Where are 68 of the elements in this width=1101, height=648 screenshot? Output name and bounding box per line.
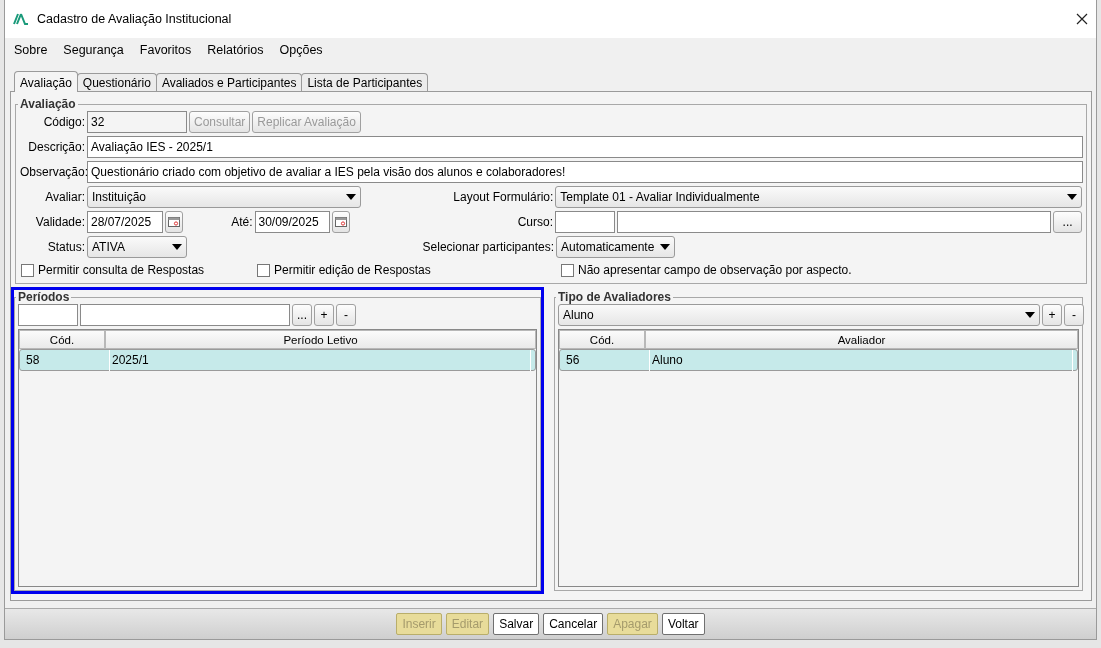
evaluate-dropdown[interactable]: Instituição <box>87 186 362 208</box>
menu-item[interactable]: Sobre <box>14 43 48 57</box>
calendar-icon <box>167 217 180 227</box>
field-label: Selecionar participantes: <box>421 240 554 254</box>
field-label: Até: <box>230 215 253 229</box>
status-dropdown[interactable]: ATIVA <box>87 236 187 258</box>
tab[interactable]: Questionário <box>76 73 157 91</box>
browse-button[interactable]: ... <box>1053 211 1082 233</box>
column-header[interactable]: Período Letivo <box>105 330 536 349</box>
checkbox[interactable] <box>561 263 574 277</box>
checkbox[interactable] <box>257 263 270 277</box>
checkbox-label: Não apresentar campo de observação por aspecto. <box>578 263 852 277</box>
code-field[interactable]: 32 <box>87 111 187 133</box>
period-code-field[interactable] <box>18 304 78 326</box>
field-label: Validade: <box>34 215 85 229</box>
table-cell: 2025/1 <box>110 349 531 371</box>
field-label: Observação: <box>20 165 85 179</box>
column-header[interactable]: Cód. <box>19 330 105 349</box>
date-field[interactable]: 30/09/2025 <box>254 211 331 233</box>
action-button[interactable]: Voltar <box>661 613 705 635</box>
field-label: Avaliar: <box>44 190 85 204</box>
calendar-icon <box>335 217 348 227</box>
remove-button[interactable]: - <box>1064 304 1084 326</box>
field-label: Layout Formulário: <box>452 190 554 204</box>
evaluator-dropdown[interactable]: Aluno <box>558 304 1040 326</box>
table-cell: Aluno <box>650 349 1073 371</box>
checkbox[interactable] <box>21 263 34 277</box>
field-label: Status: <box>46 240 85 254</box>
add-button[interactable]: + <box>314 304 334 326</box>
browse-button[interactable]: ... <box>292 304 312 326</box>
column-header[interactable]: Cód. <box>559 330 645 349</box>
field-label: Curso: <box>516 215 553 229</box>
course-name-field[interactable] <box>616 211 1052 233</box>
group-title: Avaliação <box>19 97 77 111</box>
observation-field[interactable]: Questionário criado com objetivo de avaliar a IES pela visão dos alunos e colaboradores! <box>87 161 1083 183</box>
course-code-field[interactable] <box>555 211 615 233</box>
close-icon[interactable] <box>1076 13 1088 25</box>
table-row[interactable]: 56 Aluno <box>559 349 1078 371</box>
remove-button[interactable]: - <box>336 304 356 326</box>
checkbox-label: Permitir edição de Respostas <box>274 263 431 277</box>
participants-dropdown[interactable]: Automaticamente <box>556 236 675 258</box>
table-row[interactable]: 58 2025/1 <box>19 349 536 371</box>
date-field[interactable]: 28/07/2025 <box>87 211 163 233</box>
menu-item[interactable]: Favoritos <box>139 43 192 57</box>
field-label: Descrição: <box>27 140 85 154</box>
table-cell: 56 <box>564 349 650 371</box>
menu-item[interactable]: Opções <box>279 43 323 57</box>
tab[interactable]: Lista de Participantes <box>301 73 429 91</box>
calendar-button[interactable] <box>164 211 183 233</box>
tab[interactable]: Avaliados e Participantes <box>155 73 303 91</box>
column-header[interactable]: Avaliador <box>645 330 1078 349</box>
tab[interactable]: Avaliação <box>14 71 78 92</box>
app-logo-icon <box>13 13 29 25</box>
menu-item[interactable]: Segurança <box>63 43 124 57</box>
group-title: Tipo de Avaliadores <box>557 290 672 304</box>
group-title: Períodos <box>17 290 71 304</box>
menu-item[interactable]: Relatórios <box>207 43 264 57</box>
add-button[interactable]: + <box>1042 304 1062 326</box>
field-label: Código: <box>42 115 85 129</box>
action-button[interactable]: Cancelar <box>543 613 604 635</box>
description-field[interactable]: Avaliação IES - 2025/1 <box>87 136 1083 158</box>
action-button[interactable]: Salvar <box>493 613 540 635</box>
table-cell: 58 <box>24 349 110 371</box>
layout-dropdown[interactable]: Template 01 - Avaliar Individualmente <box>555 186 1082 208</box>
window-title: Cadastro de Avaliação Institucional <box>37 12 233 26</box>
period-name-field[interactable] <box>80 304 290 326</box>
checkbox-label: Permitir consulta de Respostas <box>38 263 205 277</box>
calendar-button[interactable] <box>332 211 350 233</box>
